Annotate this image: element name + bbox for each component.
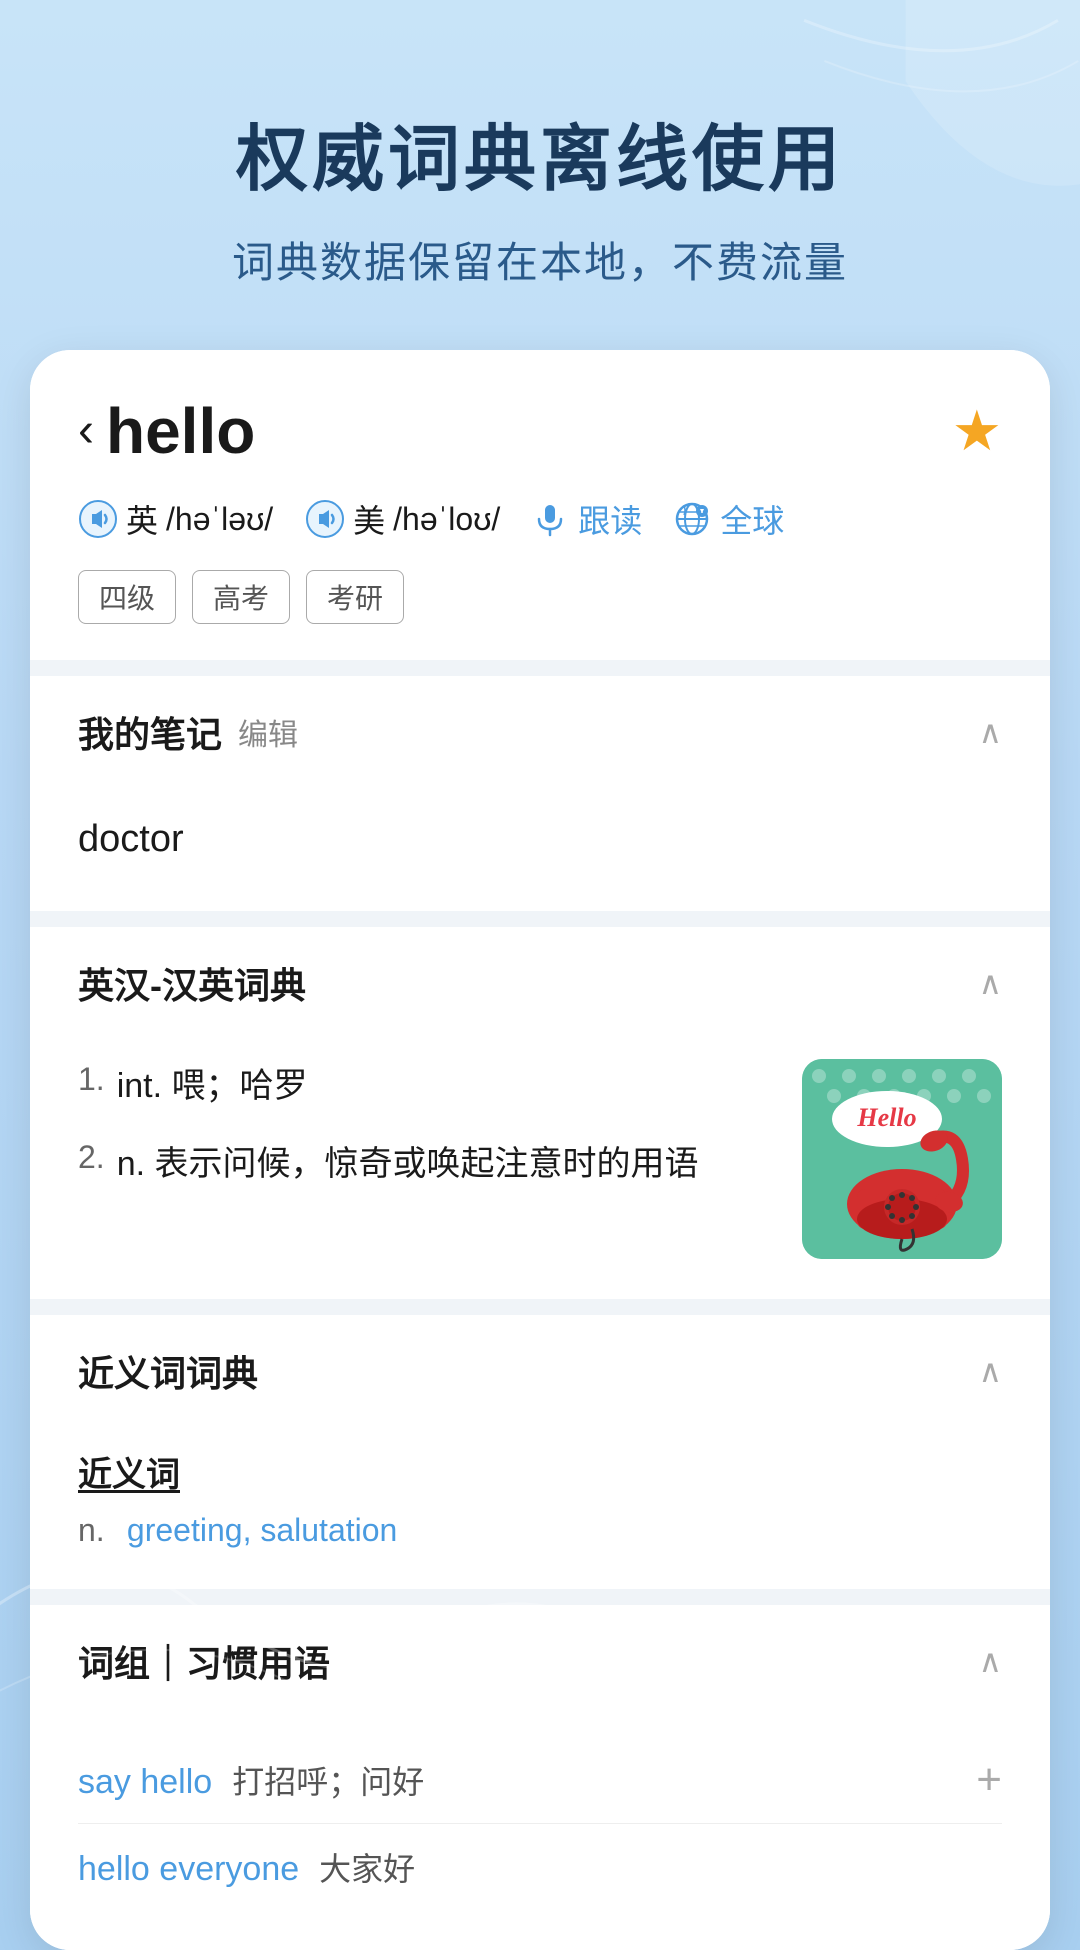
page-subtitle: 词典数据保留在本地，不费流量 (60, 229, 1020, 290)
synonym-words[interactable]: greeting, salutation (127, 1512, 397, 1548)
phrase-cn-1: 打招呼；问好 (232, 1757, 424, 1803)
dict-illustration: Hello (802, 1059, 1002, 1259)
mic-icon (532, 501, 568, 537)
exam-tags-row: 四级 高考 考研 (78, 570, 1002, 624)
phrases-section-header[interactable]: 词组｜习惯用语 ∧ (30, 1605, 1050, 1717)
speaker-en-icon (78, 499, 118, 539)
phrase-plus-1[interactable]: + (976, 1758, 1002, 1802)
dict-content: 1. int. 喂；哈罗 2. n. 表示问候，惊奇或唤起注意时的用语 (30, 1039, 1050, 1299)
speaker-us-icon (305, 499, 345, 539)
synonym-section-header[interactable]: 近义词词典 ∧ (30, 1315, 1050, 1427)
follow-read-button[interactable]: 跟读 (532, 496, 642, 542)
synonym-pos: n. (78, 1512, 122, 1548)
word-term: hello (106, 394, 255, 468)
pron-en-label: 英 (126, 496, 158, 542)
word-title-row: ‹ hello ★ (78, 394, 1002, 468)
phrase-row-2: hello everyone 大家好 (78, 1844, 1002, 1890)
notes-edit-button[interactable]: 编辑 (238, 710, 298, 754)
header-section: 权威词典离线使用 词典数据保留在本地，不费流量 (0, 0, 1080, 350)
pron-en-text: /həˈləʊ/ (166, 501, 273, 538)
synonym-title: 近义词词典 (78, 1345, 258, 1397)
synonym-content: 近义词 n. greeting, salutation (30, 1427, 1050, 1589)
phrase-cn-2: 大家好 (319, 1844, 415, 1890)
divider-1 (30, 660, 1050, 676)
notes-word-item: doctor (78, 798, 1002, 881)
phrase-item-1: say hello 打招呼；问好 + (78, 1737, 1002, 1823)
tag-kaoyan: 考研 (306, 570, 404, 624)
phrase-row-1: say hello 打招呼；问好 (78, 1757, 976, 1803)
notes-title-row: 我的笔记 编辑 (78, 706, 298, 758)
notes-title: 我的笔记 (78, 706, 222, 758)
synonym-label: 近义词 (78, 1447, 1002, 1496)
svg-text:Hello: Hello (856, 1103, 916, 1132)
dict-def-2: 2. n. 表示问候，惊奇或唤起注意时的用语 (78, 1137, 772, 1191)
dict-chevron-icon: ∧ (979, 964, 1002, 1002)
word-header: ‹ hello ★ 英 /həˈləʊ/ (30, 350, 1050, 660)
pron-us-text: /həˈloʊ/ (393, 501, 500, 538)
pron-us-label: 美 (353, 496, 385, 542)
divider-3 (30, 1299, 1050, 1315)
tag-gaokao: 高考 (192, 570, 290, 624)
synonym-entry: n. greeting, salutation (78, 1512, 1002, 1549)
pron-english[interactable]: 英 /həˈləʊ/ (78, 496, 273, 542)
phrase-en-1[interactable]: say hello (78, 1763, 212, 1802)
def-num-2: 2. (78, 1137, 105, 1176)
notes-section-header[interactable]: 我的笔记 编辑 ∧ (30, 676, 1050, 788)
notes-chevron-icon: ∧ (979, 713, 1002, 751)
star-bookmark-icon[interactable]: ★ (952, 398, 1002, 464)
dict-section-header[interactable]: 英汉-汉英词典 ∧ (30, 927, 1050, 1039)
def-text-2: n. 表示问候，惊奇或唤起注意时的用语 (117, 1137, 699, 1191)
dict-definitions: 1. int. 喂；哈罗 2. n. 表示问候，惊奇或唤起注意时的用语 (78, 1059, 772, 1216)
pronunciation-row: 英 /həˈləʊ/ 美 /həˈloʊ/ (78, 496, 1002, 542)
dict-def-1: 1. int. 喂；哈罗 (78, 1059, 772, 1113)
divider-4 (30, 1589, 1050, 1605)
synonym-chevron-icon: ∧ (979, 1352, 1002, 1390)
dict-title: 英汉-汉英词典 (78, 957, 306, 1009)
hello-phone-svg: Hello (802, 1059, 1002, 1259)
word-back-group: ‹ hello (78, 394, 255, 468)
phrases-title: 词组｜习惯用语 (78, 1635, 330, 1687)
follow-read-label: 跟读 (578, 496, 642, 542)
back-arrow-icon[interactable]: ‹ (78, 407, 94, 455)
def-text-1: int. 喂；哈罗 (117, 1059, 308, 1113)
dict-inner: 1. int. 喂；哈罗 2. n. 表示问候，惊奇或唤起注意时的用语 (78, 1059, 1002, 1259)
global-label: 全球 (720, 496, 784, 542)
pron-american[interactable]: 美 /həˈloʊ/ (305, 496, 500, 542)
tag-cet4: 四级 (78, 570, 176, 624)
global-icon (674, 501, 710, 537)
notes-content: doctor (30, 788, 1050, 911)
phrase-en-2[interactable]: hello everyone (78, 1850, 299, 1889)
phrases-content: say hello 打招呼；问好 + hello everyone 大家好 (30, 1717, 1050, 1950)
def-num-1: 1. (78, 1059, 105, 1098)
main-card: ‹ hello ★ 英 /həˈləʊ/ (30, 350, 1050, 1950)
global-button[interactable]: 全球 (674, 496, 784, 542)
divider-2 (30, 911, 1050, 927)
page-title: 权威词典离线使用 (60, 100, 1020, 205)
phrase-item-2: hello everyone 大家好 (78, 1824, 1002, 1910)
phrases-chevron-icon: ∧ (979, 1642, 1002, 1680)
